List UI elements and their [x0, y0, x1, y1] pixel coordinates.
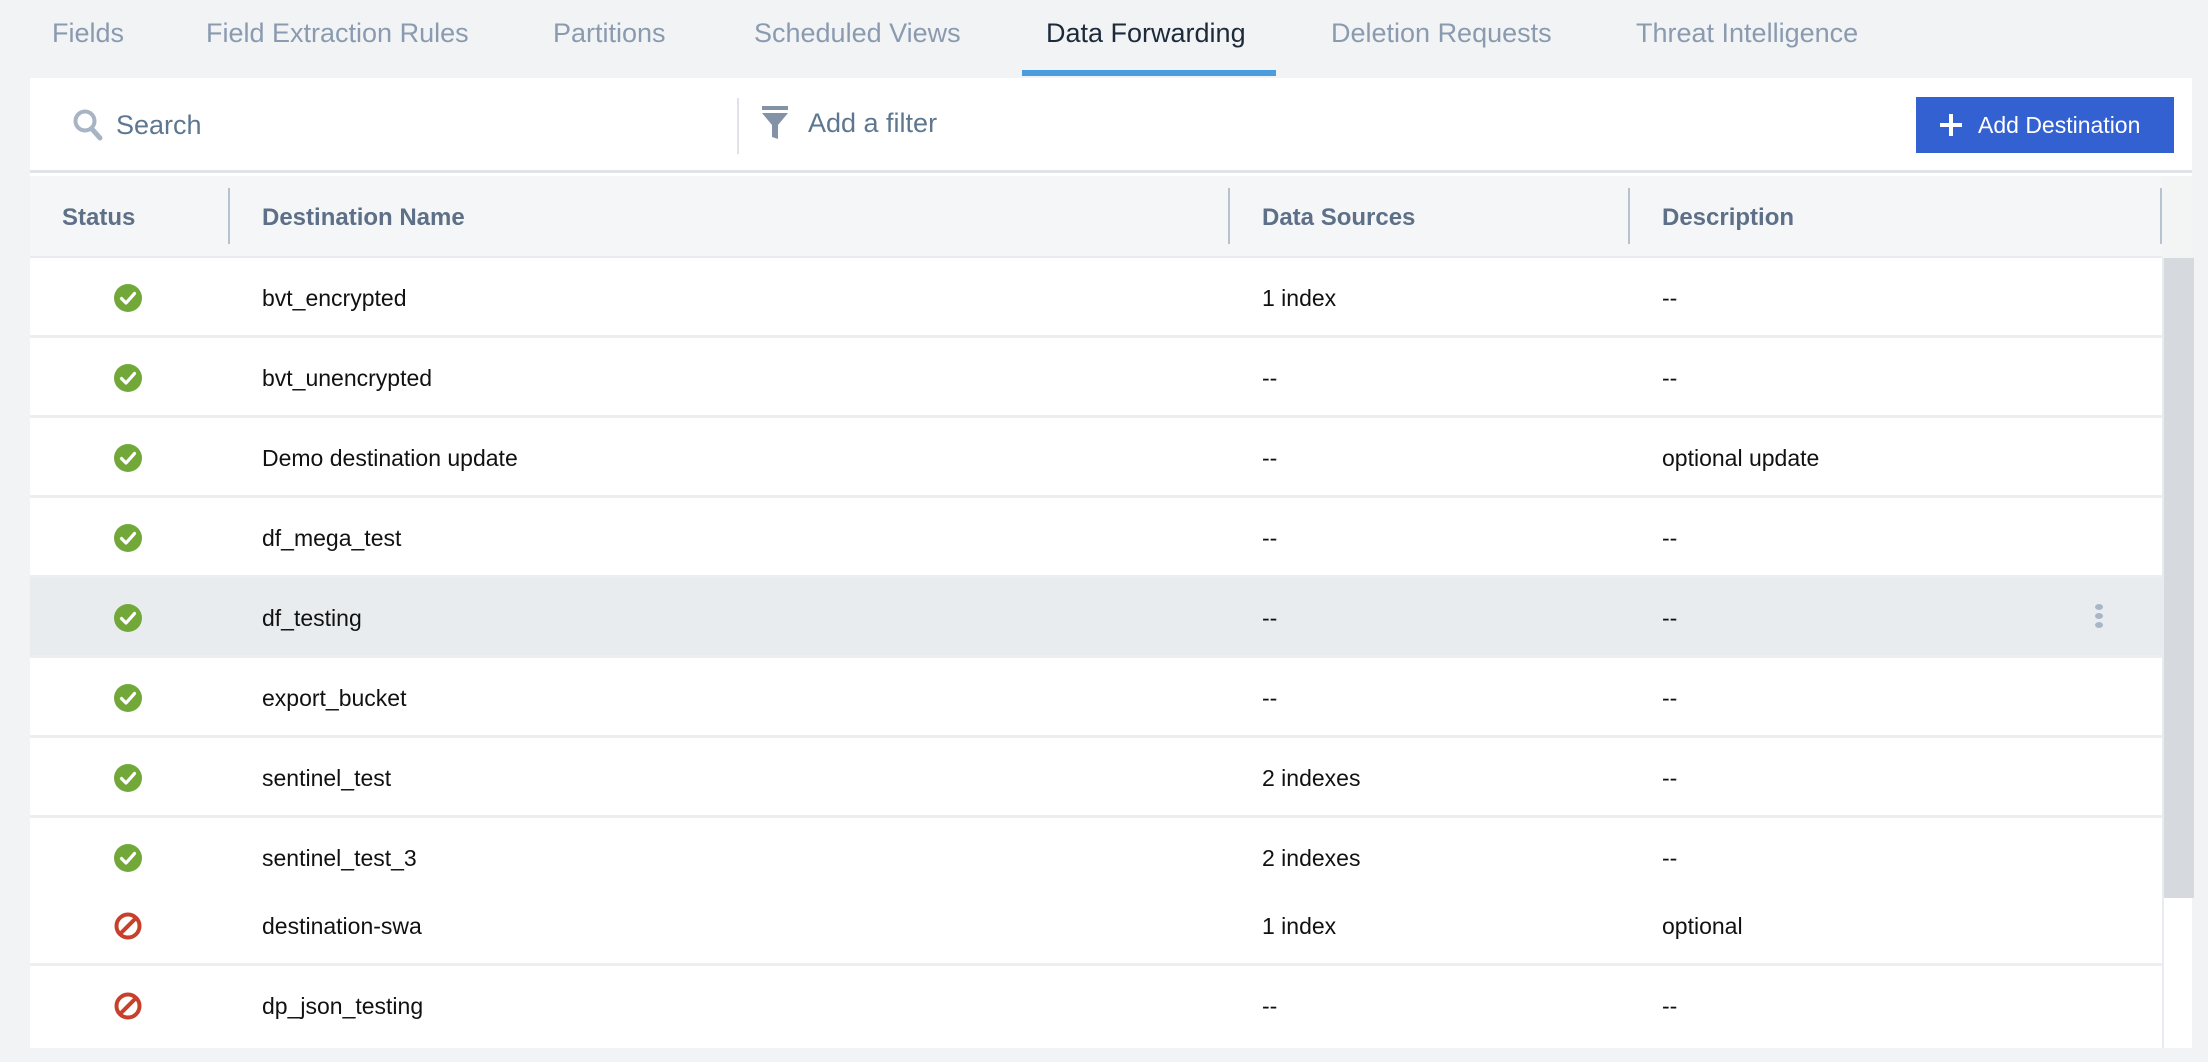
column-resize-handle[interactable] — [1228, 188, 1230, 244]
status-active-icon — [114, 604, 142, 632]
status-active-icon — [114, 764, 142, 792]
column-resize-handle[interactable] — [228, 188, 230, 244]
status-active-icon — [114, 284, 142, 312]
data-sources: 2 indexes — [1262, 765, 1361, 791]
data-sources: 1 index — [1262, 913, 1337, 939]
destinations-panel: Add a filter Add Destination Status Dest… — [30, 78, 2194, 1048]
destination-name[interactable]: sentinel_test — [262, 765, 391, 792]
search-input[interactable] — [116, 100, 736, 150]
description: -- — [1662, 685, 1678, 711]
tab-fields[interactable]: Fields — [52, 18, 124, 76]
destination-name[interactable]: dp_json_testing — [262, 993, 423, 1020]
status-disabled-icon — [114, 912, 142, 940]
status-active-icon — [114, 844, 142, 872]
table-header: Status Destination Name Data Sources Des… — [30, 176, 2162, 258]
data-sources: -- — [1262, 993, 1278, 1019]
status-active-icon — [114, 364, 142, 392]
tab-partitions[interactable]: Partitions — [553, 18, 666, 76]
tab-scheduled-views[interactable]: Scheduled Views — [754, 18, 961, 76]
data-sources: -- — [1262, 685, 1278, 711]
destination-name[interactable]: df_mega_test — [262, 525, 401, 552]
add-filter-button[interactable]: Add a filter — [808, 108, 937, 139]
filter-icon — [762, 106, 788, 139]
table-row[interactable]: sentinel_test_3 2 indexes -- — [30, 818, 2162, 884]
more-options-icon[interactable] — [2094, 604, 2104, 632]
destination-name[interactable]: sentinel_test_3 — [262, 845, 417, 872]
add-destination-button[interactable]: Add Destination — [1916, 97, 2174, 153]
table-row[interactable]: df_testing -- -- — [30, 578, 2162, 658]
toolbar-divider — [737, 98, 739, 154]
status-active-icon — [114, 444, 142, 472]
destination-name[interactable]: bvt_unencrypted — [262, 365, 432, 392]
data-sources: 1 index — [1262, 285, 1337, 311]
destination-name[interactable]: df_testing — [262, 605, 362, 632]
table-row[interactable]: sentinel_test 2 indexes -- — [30, 738, 2162, 818]
status-disabled-icon — [114, 992, 142, 1020]
table-row[interactable]: Demo destination update -- optional upda… — [30, 418, 2162, 498]
description: -- — [1662, 285, 1678, 311]
description: -- — [1662, 365, 1678, 391]
description: -- — [1662, 605, 1678, 631]
description: optional update — [1662, 445, 1820, 471]
tab-field-extraction-rules[interactable]: Field Extraction Rules — [206, 18, 469, 76]
toolbar: Add a filter Add Destination — [30, 78, 2192, 173]
tab-data-forwarding[interactable]: Data Forwarding — [1046, 18, 1246, 76]
description: -- — [1662, 765, 1678, 791]
tab-bar: Fields Field Extraction Rules Partitions… — [0, 0, 2208, 78]
tab-threat-intelligence[interactable]: Threat Intelligence — [1636, 18, 1858, 76]
data-sources: -- — [1262, 365, 1278, 391]
description: -- — [1662, 993, 1678, 1019]
table-row[interactable]: dp_json_testing -- -- — [30, 966, 2162, 1046]
description: -- — [1662, 525, 1678, 551]
data-sources: -- — [1262, 525, 1278, 551]
status-active-icon — [114, 524, 142, 552]
destination-name[interactable]: Demo destination update — [262, 445, 518, 472]
description: -- — [1662, 845, 1678, 871]
description: optional — [1662, 913, 1743, 939]
active-tab-indicator — [1022, 70, 1276, 76]
data-sources: -- — [1262, 445, 1278, 471]
column-header-destination-name[interactable]: Destination Name — [262, 204, 465, 232]
destination-name[interactable]: bvt_encrypted — [262, 285, 406, 312]
table-row[interactable]: destination-swa 1 index optional — [30, 884, 2162, 963]
data-sources: 2 indexes — [1262, 845, 1361, 871]
destination-name[interactable]: destination-swa — [262, 913, 422, 940]
search-icon — [73, 109, 103, 141]
table-row-group: sentinel_test_3 2 indexes -- destination… — [30, 818, 2162, 966]
column-header-data-sources[interactable]: Data Sources — [1262, 204, 1415, 232]
column-header-description[interactable]: Description — [1662, 204, 1794, 232]
table-row[interactable]: export_bucket -- -- — [30, 658, 2162, 738]
table-row[interactable]: df_mega_test -- -- — [30, 498, 2162, 578]
destination-name[interactable]: export_bucket — [262, 685, 406, 712]
plus-icon — [1940, 114, 1962, 136]
table-scrollbar[interactable] — [2162, 258, 2194, 1048]
status-active-icon — [114, 684, 142, 712]
add-destination-label: Add Destination — [1978, 111, 2141, 138]
scrollbar-header-cap — [2162, 176, 2192, 258]
scrollbar-thumb[interactable] — [2164, 258, 2194, 898]
column-header-status[interactable]: Status — [62, 204, 135, 232]
column-resize-handle[interactable] — [1628, 188, 1630, 244]
destinations-table-body: bvt_encrypted 1 index -- bvt_unencrypted… — [30, 258, 2162, 1046]
data-sources: -- — [1262, 605, 1278, 631]
tab-deletion-requests[interactable]: Deletion Requests — [1331, 18, 1552, 76]
table-row[interactable]: bvt_unencrypted -- -- — [30, 338, 2162, 418]
table-row[interactable]: bvt_encrypted 1 index -- — [30, 258, 2162, 338]
